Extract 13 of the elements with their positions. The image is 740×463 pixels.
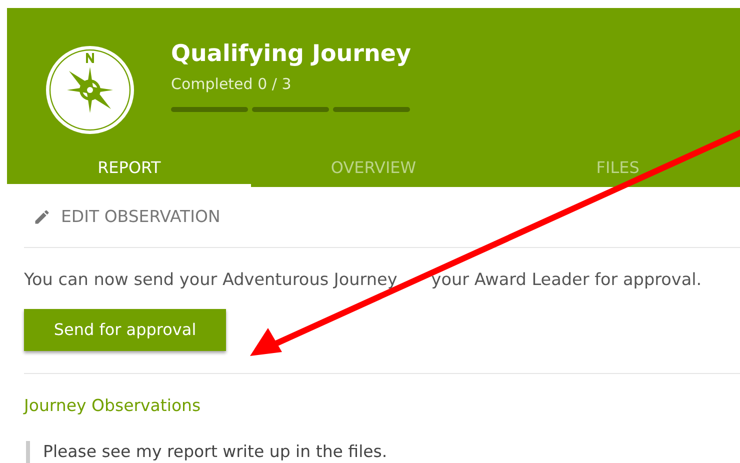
approval-notice: your Award Leader for approval. [431, 268, 702, 291]
edit-observation-link[interactable]: EDIT OBSERVATION [61, 204, 220, 230]
progress-text: Completed 0 / 3 [171, 74, 292, 95]
tab[interactable]: REPORT [7, 156, 252, 187]
tab[interactable]: OVERVIEW [251, 156, 496, 187]
compass-logo-icon [45, 45, 135, 135]
tab[interactable]: FILES [496, 156, 740, 187]
observations-heading: Journey Observations [24, 395, 202, 418]
send-for-approval-button[interactable]: Send for approval [24, 309, 226, 352]
pencil-icon [33, 208, 51, 226]
observation-quote: Please see my report write up in the files. [26, 440, 740, 463]
approval-notice: You can now send your Adventurous Journey [24, 268, 398, 291]
journey-title: Qualifying Journey [171, 40, 411, 69]
